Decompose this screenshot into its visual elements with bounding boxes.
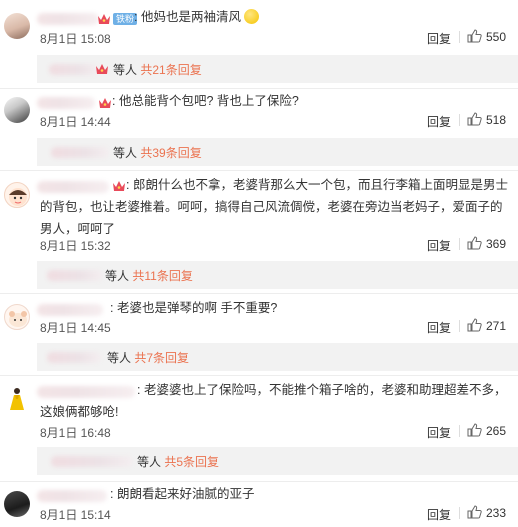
- smile-emoji: [244, 9, 260, 24]
- like-count: 265: [486, 424, 507, 438]
- separator: [0, 88, 518, 89]
- avatar[interactable]: [4, 491, 30, 517]
- comment-text: : 朗朗看起来好油腻的亚子: [110, 487, 255, 501]
- reply-button[interactable]: 回复: [427, 30, 451, 47]
- like-count: 550: [486, 30, 507, 44]
- reply-summary-text[interactable]: 等人 共11条回复: [105, 267, 193, 284]
- username-blurred[interactable]: [37, 97, 95, 109]
- divider: [459, 31, 460, 43]
- replier-names-blurred: [47, 352, 101, 363]
- thumbs-up-icon[interactable]: [467, 29, 482, 43]
- like-count: 233: [486, 506, 507, 520]
- divider: [459, 320, 460, 332]
- avatar[interactable]: [4, 97, 30, 123]
- avatar[interactable]: [4, 386, 30, 412]
- comment-text: : 他总能背个包吧? 背也上了保险?: [112, 94, 299, 108]
- divider: [459, 507, 460, 519]
- replier-names-blurred: [49, 64, 99, 75]
- avatar[interactable]: [4, 182, 30, 208]
- replier-names-blurred: [47, 270, 103, 281]
- timestamp: 8月1日 14:44: [40, 115, 111, 129]
- comment-text: : 老婆婆也上了保险吗，不能推个箱子啥的，老婆和助理超差不多，这娘俩都够呛!: [40, 383, 507, 419]
- timestamp: 8月1日 16:48: [40, 426, 111, 440]
- username-blurred[interactable]: [37, 13, 99, 25]
- timestamp: 8月1日 14:45: [40, 321, 111, 335]
- replier-names-blurred: [51, 456, 133, 467]
- like-count: 518: [486, 113, 507, 127]
- timestamp: 8月1日 15:08: [40, 32, 111, 46]
- crown-icon: [99, 98, 111, 108]
- reply-summary-bar[interactable]: 等人 共21条回复: [37, 55, 518, 83]
- replier-names-blurred: [51, 147, 109, 158]
- thumbs-up-icon[interactable]: [467, 318, 482, 332]
- separator: [0, 293, 518, 294]
- reply-summary-bar[interactable]: 等人 共7条回复: [37, 343, 518, 371]
- reply-button[interactable]: 回复: [427, 424, 451, 441]
- reply-summary-text[interactable]: 等人 共21条回复: [113, 61, 202, 78]
- thumbs-up-icon[interactable]: [467, 112, 482, 126]
- cartoon-face-icon: [9, 188, 27, 206]
- comment-text: : 老婆也是弹琴的啊 手不重要?: [110, 301, 278, 315]
- timestamp: 8月1日 15:32: [40, 239, 111, 253]
- reply-summary-bar[interactable]: 等人 共11条回复: [37, 261, 518, 289]
- like-count: 369: [486, 237, 507, 251]
- timestamp: 8月1日 15:14: [40, 508, 111, 522]
- reply-summary-text[interactable]: 等人 共5条回复: [137, 453, 219, 470]
- separator: [0, 481, 518, 482]
- reply-button[interactable]: 回复: [427, 506, 451, 523]
- avatar[interactable]: [4, 13, 30, 39]
- comment-text: : 郎朗什么也不拿，老婆背那么大一个包，而且行李箱上面明显是男士的背包，也让老婆…: [40, 178, 508, 236]
- thumbs-up-icon[interactable]: [467, 423, 482, 437]
- crown-icon: [98, 14, 110, 24]
- separator: [0, 375, 518, 376]
- like-count: 271: [486, 319, 507, 333]
- reply-summary-text[interactable]: 等人 共7条回复: [107, 349, 189, 366]
- cartoon-face-icon: [9, 311, 27, 327]
- divider: [459, 238, 460, 250]
- thumbs-up-icon[interactable]: [467, 236, 482, 250]
- reply-button[interactable]: 回复: [427, 237, 451, 254]
- comment-text: : 他妈也是两袖清风: [134, 6, 260, 28]
- divider: [459, 425, 460, 437]
- reply-summary-text[interactable]: 等人 共39条回复: [113, 144, 202, 161]
- reply-button[interactable]: 回复: [427, 113, 451, 130]
- separator: [0, 170, 518, 171]
- crown-icon: [96, 64, 108, 74]
- reply-button[interactable]: 回复: [427, 319, 451, 336]
- reply-summary-bar[interactable]: 等人 共5条回复: [37, 447, 518, 475]
- divider: [459, 114, 460, 126]
- username-blurred[interactable]: [37, 490, 107, 502]
- reply-summary-bar[interactable]: 等人 共39条回复: [37, 138, 518, 166]
- username-blurred[interactable]: [37, 304, 103, 316]
- thumbs-up-icon[interactable]: [467, 505, 482, 519]
- dress-figure-icon: [10, 388, 24, 410]
- avatar[interactable]: [4, 304, 30, 330]
